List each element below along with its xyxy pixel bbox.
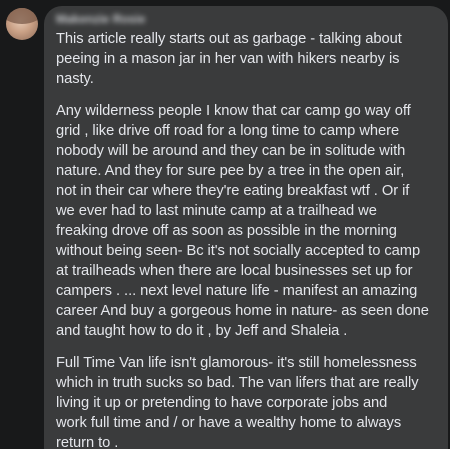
comment-text-line: peeing in a mason jar in her van with hi… bbox=[56, 51, 400, 67]
comment-text-line: without being seen- Bc it's not socially… bbox=[56, 243, 421, 259]
comment-text-line: which in truth sucks so bad. The van lif… bbox=[56, 375, 419, 391]
comment-text-line: at trailheads when there are local busin… bbox=[56, 263, 413, 279]
comment-text-line: Full Time Van life isn't glamorous- it's… bbox=[56, 355, 417, 371]
comment-paragraph: This article really starts out as garbag… bbox=[56, 29, 436, 89]
comment-text-line: freaking drove off as soon as possible i… bbox=[56, 223, 397, 239]
comment-text-line: Any wilderness people I know that car ca… bbox=[56, 103, 411, 119]
comment-bubble: Makenzie Rosie This article really start… bbox=[44, 6, 448, 449]
comment-text-line: we ever had to last minute camp at a tra… bbox=[56, 203, 377, 219]
comment-text-line: return to . bbox=[56, 435, 119, 449]
comment-author-name[interactable]: Makenzie Rosie bbox=[56, 12, 436, 27]
comment-text-line: campers . ... next level nature life - m… bbox=[56, 283, 418, 299]
comment-text-line: not in their car where they're eating br… bbox=[56, 183, 410, 199]
comment-text-line: living it up or pretending to have corpo… bbox=[56, 395, 388, 411]
comment-text-line: This article really starts out as garbag… bbox=[56, 31, 402, 47]
commenter-avatar[interactable] bbox=[6, 8, 38, 40]
comment-text-line: and taught how to do it , by Jeff and Sh… bbox=[56, 323, 348, 339]
comment-text-line: nature. And they for sure pee by a tree … bbox=[56, 163, 405, 179]
comment-text-line: nasty. bbox=[56, 71, 94, 87]
comment-text-line: career And buy a gorgeous home in nature… bbox=[56, 303, 429, 319]
comment-text-line: work full time and / or have a wealthy h… bbox=[56, 415, 402, 431]
comment-text-line: grid , like drive off road for a long ti… bbox=[56, 123, 400, 139]
comment-paragraph: Full Time Van life isn't glamorous- it's… bbox=[56, 353, 436, 449]
comment-paragraph: Any wilderness people I know that car ca… bbox=[56, 101, 436, 341]
comment-body: This article really starts out as garbag… bbox=[56, 29, 436, 449]
avatar-hair bbox=[6, 8, 38, 24]
comment-text-line: nobody will be around and they can be in… bbox=[56, 143, 406, 159]
